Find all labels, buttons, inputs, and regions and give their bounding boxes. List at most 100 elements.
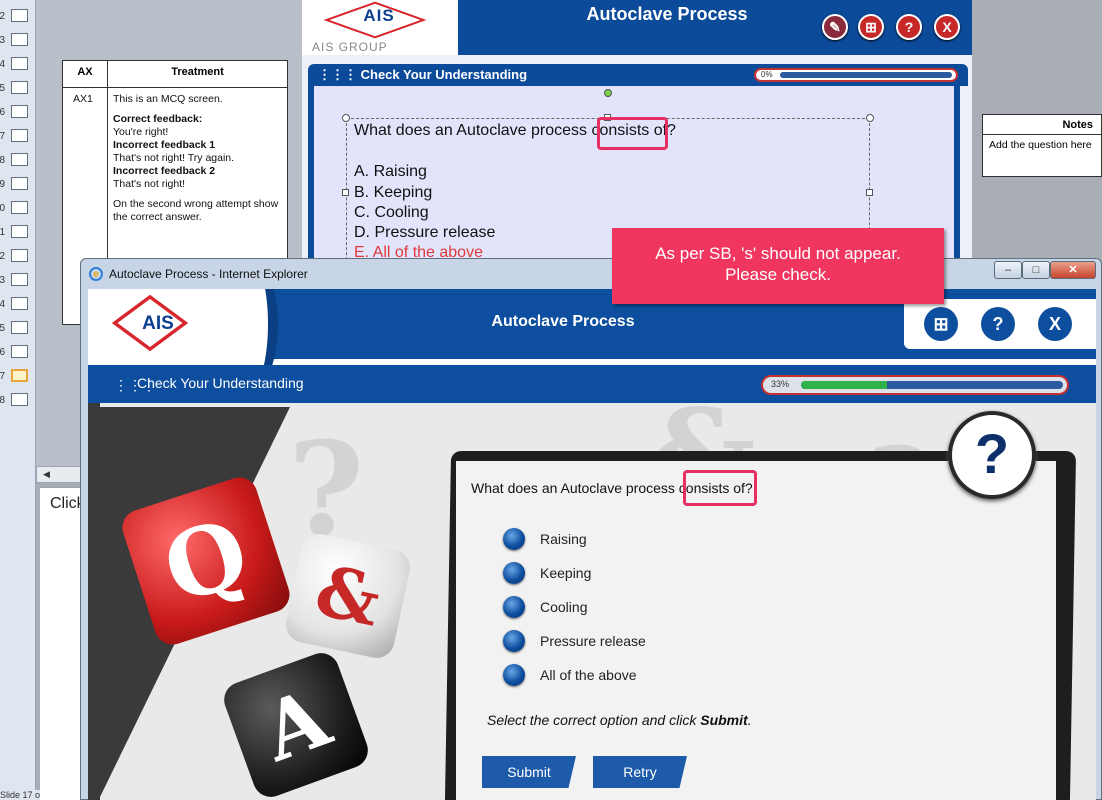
slide-icon (11, 297, 28, 310)
slide-thumbnail[interactable]: 0 (0, 198, 36, 218)
retry-button[interactable]: Retry (593, 756, 687, 788)
correct-feedback-text: You're right! (113, 126, 169, 138)
storyboard-option: D. Pressure release (354, 224, 496, 241)
option-label[interactable]: Keeping (540, 565, 591, 581)
option-radio[interactable] (503, 630, 525, 652)
slide-number: 1 (0, 227, 5, 238)
dark-edge (88, 403, 100, 800)
slide-icon (11, 81, 28, 94)
help-icon[interactable]: ? (981, 307, 1015, 341)
slide-thumbnail[interactable]: 7 (0, 126, 36, 146)
resize-handle[interactable] (866, 189, 873, 196)
slide-thumbnail[interactable]: 9 (0, 174, 36, 194)
question-card (456, 461, 1056, 800)
sitemap-icon[interactable]: ⊞ (924, 307, 958, 341)
storyboard-option: B. Keeping (354, 184, 433, 201)
option-radio[interactable] (503, 664, 525, 686)
logo-group-text: AIS GROUP (312, 40, 388, 54)
slide-thumbnail[interactable]: 6 (0, 342, 36, 362)
slide-thumbnail[interactable]: 2 (0, 6, 36, 26)
incorrect-feedback2-text: That's not right! (113, 178, 186, 190)
progress-fill (801, 381, 888, 389)
slide-icon (11, 321, 28, 334)
instruction-bold: Submit (700, 712, 748, 728)
dice-ampersand-icon: & (282, 530, 414, 662)
section-title: Check Your Understanding (137, 375, 304, 391)
close-icon[interactable]: X (1038, 307, 1072, 341)
ie-titlebar[interactable]: e Autoclave Process - Internet Explorer … (81, 259, 1101, 289)
option-label[interactable]: Pressure release (540, 633, 646, 649)
slide-number: 4 (0, 299, 5, 310)
window-close-button[interactable]: ✕ (1050, 261, 1096, 279)
minimize-button[interactable]: – (994, 261, 1022, 279)
edit-icon[interactable]: ✎ (822, 14, 848, 40)
course-header: AIS Autoclave Process ⊞ ? X (88, 289, 1096, 399)
slide-thumbnail[interactable]: 4 (0, 54, 36, 74)
slide-icon (11, 393, 28, 406)
help-badge: ? (948, 411, 1036, 499)
slide-number: 3 (0, 35, 5, 46)
instruction-text: Select the correct option and click Subm… (487, 712, 752, 728)
option-radio[interactable] (503, 562, 525, 584)
comment-line: As per SB, 's' should not appear. (655, 244, 901, 263)
slide-number: 4 (0, 59, 5, 70)
slide-number: 0 (0, 203, 5, 214)
course-title: Autoclave Process (491, 313, 635, 330)
slide-thumbnail-strip: 2 3 4 5 6 7 8 9 0 1 2 3 4 5 6 7 8 (0, 0, 36, 800)
slide-thumbnail[interactable]: 8 (0, 150, 36, 170)
help-icon[interactable]: ? (896, 14, 922, 40)
notes-body[interactable]: Add the question here (983, 135, 1101, 151)
slide-icon (11, 153, 28, 166)
sitemap-icon[interactable]: ⊞ (858, 14, 884, 40)
horizontal-scrollbar[interactable]: ◀ (36, 466, 84, 483)
incorrect-feedback1-label: Incorrect feedback 1 (113, 139, 216, 151)
storyboard-progress: 0% (754, 68, 958, 82)
correct-feedback-label: Correct feedback: (113, 113, 203, 125)
storyboard-section-bar: ⋮⋮⋮ Check Your Understanding 0% (308, 64, 968, 86)
slide-number: 3 (0, 275, 5, 286)
slide-number: 6 (0, 347, 5, 358)
grid-icon: ⋮⋮⋮ (318, 67, 361, 82)
rotate-handle[interactable] (604, 89, 612, 97)
slide-thumbnail[interactable]: 1 (0, 222, 36, 242)
slide-number: 2 (0, 251, 5, 262)
slide-thumbnail[interactable]: 7 (0, 366, 36, 386)
course-logo: AIS (142, 313, 174, 334)
slide-icon (11, 33, 28, 46)
slide-thumbnail[interactable]: 8 (0, 390, 36, 410)
resize-handle[interactable] (866, 114, 874, 122)
progress-label: 33% (771, 379, 790, 389)
option-radio[interactable] (503, 528, 525, 550)
slide-thumbnail[interactable]: 3 (0, 30, 36, 50)
notes-header: Notes (983, 115, 1101, 135)
slide-thumbnail[interactable]: 5 (0, 78, 36, 98)
slide-number: 2 (0, 11, 5, 22)
option-label[interactable]: Cooling (540, 599, 587, 615)
slide-thumbnail[interactable]: 6 (0, 102, 36, 122)
option-label[interactable]: Raising (540, 531, 587, 547)
resize-handle[interactable] (342, 189, 349, 196)
submit-button[interactable]: Submit (482, 756, 576, 788)
close-icon[interactable]: X (934, 14, 960, 40)
slide-thumbnail[interactable]: 5 (0, 318, 36, 338)
slide-icon (11, 345, 28, 358)
option-radio[interactable] (503, 596, 525, 618)
scroll-left-icon[interactable]: ◀ (43, 469, 50, 480)
slide-number: 6 (0, 107, 5, 118)
notes-pane[interactable] (40, 487, 85, 800)
slide-icon (11, 9, 28, 22)
highlight-box (683, 470, 757, 506)
slide-number: 5 (0, 323, 5, 334)
maximize-button[interactable]: □ (1022, 261, 1050, 279)
treatment-column-header: Treatment (171, 66, 224, 78)
option-label[interactable]: All of the above (540, 667, 637, 683)
progress-bar: 33% (761, 375, 1069, 395)
slide-thumbnail[interactable]: 2 (0, 246, 36, 266)
section-title: Check Your Understanding (360, 67, 528, 82)
resize-handle[interactable] (342, 114, 350, 122)
ie-window-title: Autoclave Process - Internet Explorer (109, 267, 308, 281)
slide-thumbnail[interactable]: 4 (0, 294, 36, 314)
instruction-post: . (747, 712, 752, 728)
slide-thumbnail[interactable]: 3 (0, 270, 36, 290)
question-stage: ? & ? Q & A ? (88, 383, 1096, 800)
